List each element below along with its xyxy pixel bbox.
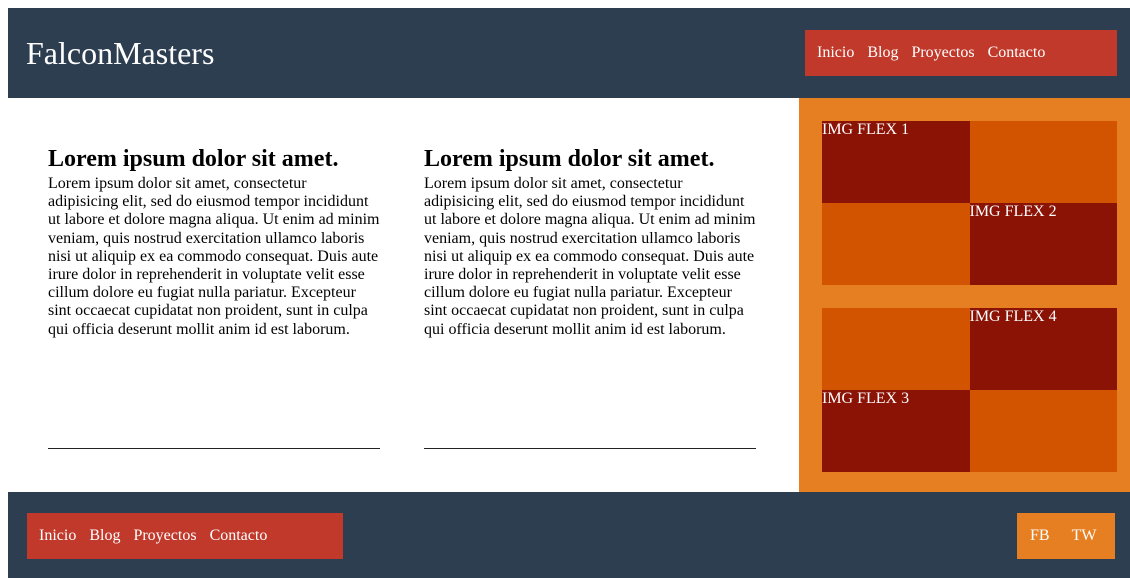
site-header: FalconMasters Inicio Blog Proyectos Cont…	[8, 8, 1130, 98]
article-title: Lorem ipsum dolor sit amet.	[424, 146, 715, 172]
top-nav: Inicio Blog Proyectos Contacto	[805, 30, 1117, 76]
footer-nav: Inicio Blog Proyectos Contacto	[27, 513, 343, 559]
article-body: Lorem ipsum dolor sit amet, consectetur …	[48, 175, 380, 338]
flex-filler	[822, 203, 970, 285]
img-flex-3: IMG FLEX 3	[822, 390, 970, 472]
facebook-link[interactable]: FB	[1030, 527, 1050, 545]
site-footer: Inicio Blog Proyectos Contacto FB TW	[8, 492, 1130, 578]
main-content: Lorem ipsum dolor sit amet. Lorem ipsum …	[8, 98, 799, 492]
article-divider	[48, 448, 380, 449]
flex-filler	[969, 121, 1117, 203]
nav-link-proyectos[interactable]: Proyectos	[911, 44, 974, 62]
img-flex-4: IMG FLEX 4	[969, 308, 1117, 390]
site-logo[interactable]: FalconMasters	[26, 35, 214, 71]
flex-filler	[822, 308, 970, 390]
flex-grid-bottom: IMG FLEX 4 IMG FLEX 3	[822, 308, 1117, 472]
footer-link-proyectos[interactable]: Proyectos	[133, 527, 196, 545]
article-1: Lorem ipsum dolor sit amet. Lorem ipsum …	[48, 146, 380, 449]
footer-link-contacto[interactable]: Contacto	[210, 527, 268, 545]
page: FalconMasters Inicio Blog Proyectos Cont…	[8, 8, 1130, 578]
sidebar: IMG FLEX 1 IMG FLEX 2 IMG FLEX 4 IMG FLE…	[799, 98, 1130, 492]
img-flex-1: IMG FLEX 1	[822, 121, 970, 203]
twitter-link[interactable]: TW	[1072, 527, 1097, 545]
article-body: Lorem ipsum dolor sit amet, consectetur …	[424, 175, 756, 338]
footer-link-blog[interactable]: Blog	[89, 527, 120, 545]
article-divider	[424, 448, 756, 449]
img-flex-2: IMG FLEX 2	[969, 203, 1117, 285]
nav-link-contacto[interactable]: Contacto	[988, 44, 1046, 62]
nav-link-blog[interactable]: Blog	[867, 44, 898, 62]
footer-link-inicio[interactable]: Inicio	[39, 527, 76, 545]
flex-grid-top: IMG FLEX 1 IMG FLEX 2	[822, 121, 1117, 285]
article-2: Lorem ipsum dolor sit amet. Lorem ipsum …	[424, 146, 756, 449]
flex-filler	[969, 390, 1117, 472]
article-title: Lorem ipsum dolor sit amet.	[48, 146, 339, 172]
nav-link-inicio[interactable]: Inicio	[817, 44, 854, 62]
social-links: FB TW	[1017, 513, 1115, 559]
